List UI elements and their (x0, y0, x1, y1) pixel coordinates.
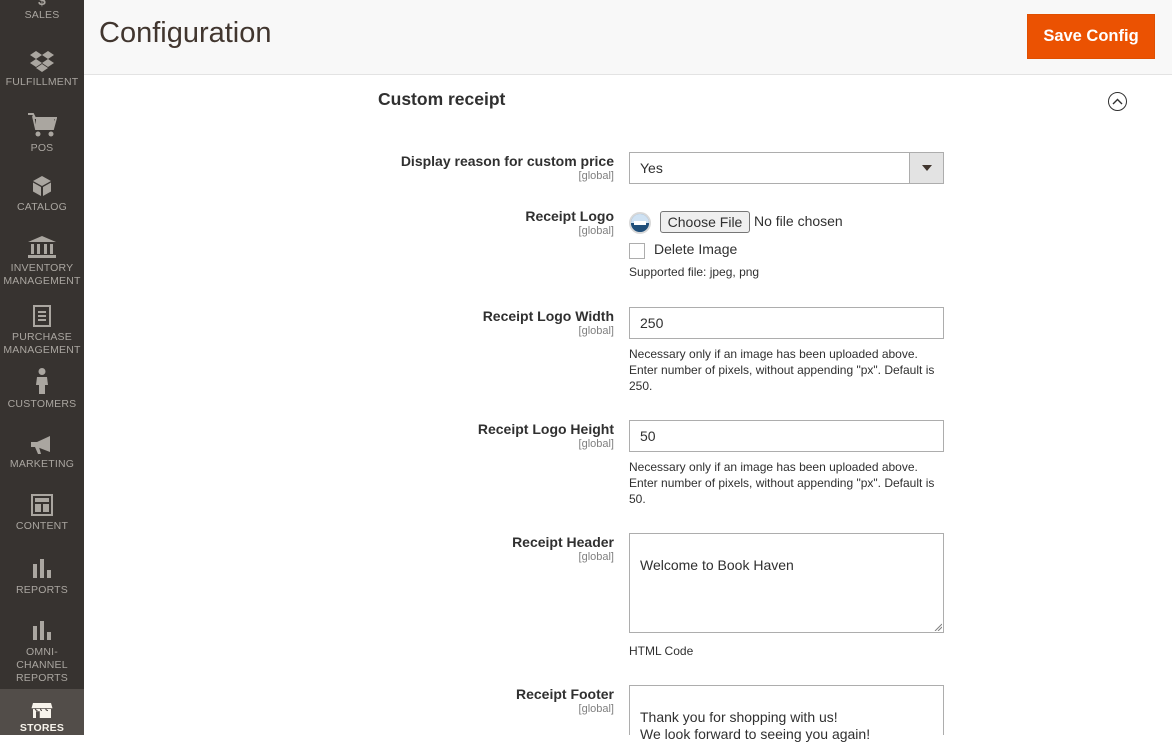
svg-text:$: $ (38, 0, 46, 8)
collapse-icon[interactable] (1108, 92, 1127, 111)
delete-image-label[interactable]: Delete Image (654, 241, 737, 257)
sidebar-item-inventory-management[interactable]: Inventory Management (0, 236, 84, 288)
resize-grip-icon[interactable] (934, 623, 942, 631)
receipt-header-textarea[interactable]: Welcome to Book Haven (629, 533, 944, 633)
sidebar-item-label: Sales (24, 9, 60, 21)
field-scope: [global] (578, 170, 614, 182)
sidebar-item-pos[interactable]: POS (0, 112, 84, 155)
sidebar-item-label: Fulfillment (5, 76, 79, 88)
sidebar-item-fulfillment[interactable]: Fulfillment (0, 50, 84, 89)
logo-height-note: Necessary only if an image has been uplo… (629, 460, 935, 506)
sidebar-item-content[interactable]: Content (0, 494, 84, 533)
sidebar-item-omni-channel-reports[interactable]: Omni- Channel Reports (0, 620, 84, 685)
megaphone-icon (31, 436, 50, 454)
logo-width-input[interactable]: 250 (629, 307, 944, 339)
field-label: Display reason for custom price (400, 153, 614, 169)
bank-icon (28, 236, 56, 258)
page-header: Configuration Save Config (84, 0, 1172, 75)
logo-thumbnail-image[interactable] (629, 212, 651, 234)
field-scope: [global] (578, 225, 614, 237)
no-file-chosen-text: No file chosen (754, 213, 843, 229)
chevron-down-icon (909, 153, 943, 183)
sidebar-item-label: Purchase Management (3, 331, 80, 357)
sidebar-item-label: Stores (19, 722, 65, 734)
supported-file-note: Supported file: jpeg, png (629, 265, 760, 279)
field-label: Receipt Logo (525, 208, 614, 224)
textarea-value: Welcome to Book Haven (640, 557, 794, 573)
field-label-receipt-logo: Receipt Logo [global] (525, 208, 614, 237)
field-label-receipt-footer: Receipt Footer [global] (516, 686, 614, 715)
sidebar-item-label: Customers (7, 398, 77, 410)
sidebar-item-purchase-management[interactable]: Purchase Management (0, 305, 84, 357)
logo-width-note: Necessary only if an image has been uplo… (629, 347, 935, 393)
cart-icon (28, 113, 57, 137)
sidebar-item-label: Inventory Management (3, 262, 80, 288)
field-scope: [global] (578, 438, 614, 450)
save-config-button[interactable]: Save Config (1027, 14, 1155, 59)
delete-image-checkbox[interactable] (629, 243, 645, 259)
sidebar-item-label: Catalog (16, 201, 68, 213)
person-icon (36, 368, 48, 394)
cube-icon (33, 176, 51, 196)
dropbox-icon (30, 51, 54, 72)
receipt-footer-textarea[interactable]: Thank you for shopping with us! We look … (629, 685, 944, 742)
textarea-value: Thank you for shopping with us! We look … (640, 709, 871, 742)
field-label: Receipt Logo Height (477, 421, 614, 437)
field-label-logo-height: Receipt Logo Height [global] (478, 421, 614, 450)
choose-file-button[interactable]: Choose File (660, 211, 750, 233)
field-scope: [global] (578, 325, 614, 337)
layout-icon (31, 494, 53, 516)
select-value: Yes (640, 160, 663, 176)
sidebar-item-label: Omni- Channel Reports (16, 646, 68, 685)
dollar-icon: $ (38, 0, 46, 8)
sidebar-item-label: Content (15, 520, 69, 532)
sidebar-item-stores[interactable]: Stores (0, 689, 84, 735)
sidebar-item-catalog[interactable]: Catalog (0, 175, 84, 214)
field-label: Receipt Logo Width (482, 308, 614, 324)
admin-sidebar: $ Sales Fulfillment POS Catalog Inventor… (0, 0, 84, 735)
bar-chart-icon (33, 621, 51, 640)
sidebar-item-sales[interactable]: $ Sales (0, 0, 84, 28)
field-scope: [global] (578, 703, 614, 715)
label-line: Management (3, 275, 81, 287)
sidebar-item-reports[interactable]: Reports (0, 558, 84, 597)
display-reason-select[interactable]: Yes (629, 152, 944, 184)
bar-chart-icon (33, 559, 51, 578)
sidebar-item-customers[interactable]: Customers (0, 368, 84, 411)
label-line: Reports (16, 672, 68, 684)
document-icon (33, 305, 51, 327)
sidebar-item-label: Reports (16, 584, 68, 596)
sidebar-item-marketing[interactable]: Marketing (0, 436, 84, 471)
label-line: Management (3, 344, 81, 356)
html-code-note: HTML Code (629, 644, 694, 658)
sidebar-item-label: POS (30, 142, 54, 154)
storefront-icon (31, 703, 53, 718)
label-line: Channel (16, 659, 68, 671)
sidebar-item-label: Marketing (9, 458, 75, 470)
field-label: Receipt Header (512, 534, 614, 550)
logo-height-input[interactable]: 50 (629, 420, 944, 452)
label-line: Inventory (10, 262, 74, 274)
section-title[interactable]: Custom receipt (378, 89, 505, 110)
label-line: Omni- (26, 646, 58, 658)
field-label-receipt-header: Receipt Header [global] (512, 534, 614, 563)
field-label-display-reason: Display reason for custom price [global] (401, 153, 614, 182)
label-line: Purchase (12, 331, 72, 343)
field-label-logo-width: Receipt Logo Width [global] (483, 308, 614, 337)
field-scope: [global] (578, 551, 614, 563)
page-title: Configuration (99, 17, 272, 49)
field-label: Receipt Footer (515, 686, 614, 702)
